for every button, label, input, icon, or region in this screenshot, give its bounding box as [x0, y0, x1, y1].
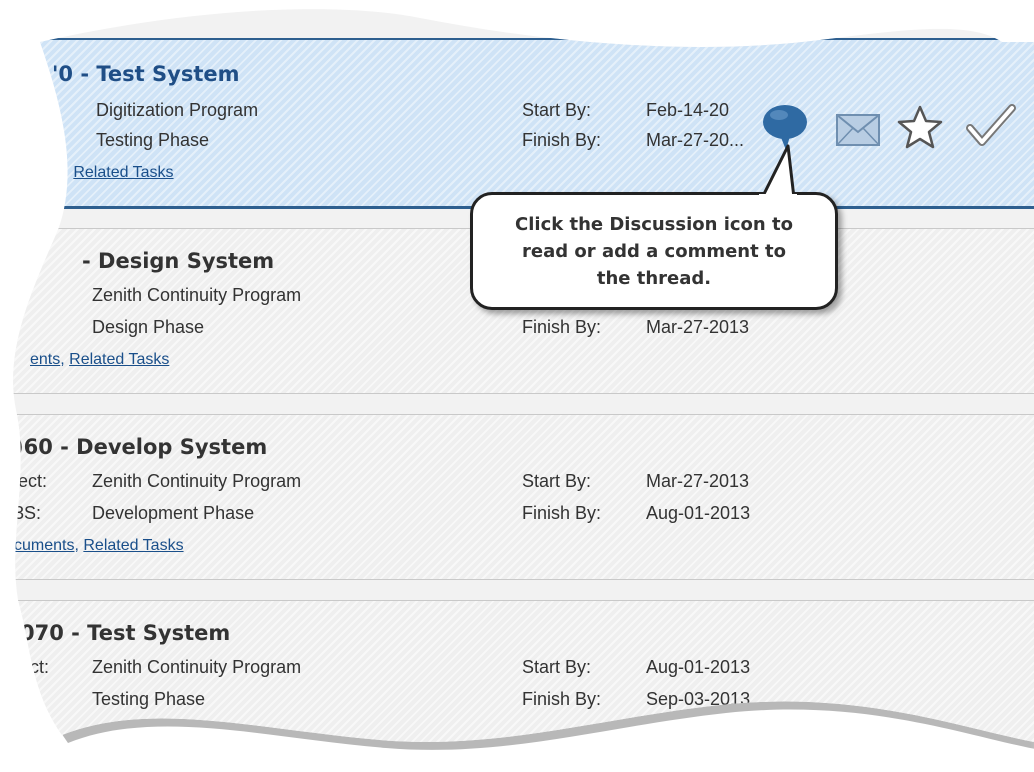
- documents-link[interactable]: cuments: [14, 537, 74, 554]
- start-by-value: Mar-27-2013: [646, 471, 750, 491]
- finish-by-value: Aug-01-2013: [646, 503, 751, 523]
- related-tasks-link[interactable]: Related Tasks: [83, 537, 183, 554]
- task-title[interactable]: )60 - Develop System: [14, 435, 267, 459]
- wbs-label: 3S:: [14, 503, 42, 523]
- task-title[interactable]: '0 - Test System: [52, 62, 239, 86]
- task-row-test-system-selected[interactable]: '0 - Test System Digitization Program Te…: [0, 38, 1034, 209]
- start-by-label: Start By:: [522, 657, 592, 677]
- documents-link[interactable]: ents: [30, 351, 60, 368]
- link-separator: ,: [64, 164, 74, 181]
- complete-check-icon[interactable]: [966, 102, 1016, 150]
- task-list-sheet: '0 - Test System Digitization Program Te…: [0, 0, 1034, 763]
- related-tasks-link[interactable]: Related Tasks: [69, 351, 169, 368]
- task-row-test-system[interactable]: 070 - Test System ect: Zenith Continuity…: [0, 600, 1034, 772]
- project-label: ject:: [14, 471, 48, 491]
- wbs-label: :: [22, 689, 28, 709]
- start-by-value: Feb-14-20: [646, 100, 730, 120]
- discussion-tooltip-callout: Click the Discussion icon to read or add…: [470, 192, 838, 310]
- task-project: Zenith Continuity Program: [92, 471, 302, 491]
- task-project: Zenith Continuity Program: [92, 285, 302, 305]
- start-by-value: Aug-01-2013: [646, 657, 751, 677]
- task-wbs: Testing Phase: [92, 689, 206, 709]
- task-links: ents, Related Tasks: [30, 351, 169, 369]
- project-label: ect:: [20, 657, 50, 677]
- link-separator: ,: [60, 351, 70, 368]
- finish-by-label: Finish By:: [522, 130, 602, 150]
- finish-by-label: Finish By:: [522, 689, 602, 709]
- task-project: Zenith Continuity Program: [92, 657, 302, 677]
- finish-by-value: Mar-27-20...: [646, 130, 745, 150]
- start-by-label: Start By:: [522, 100, 592, 120]
- documents-link[interactable]: ts: [52, 164, 64, 181]
- task-links: cuments, Related Tasks: [14, 537, 184, 555]
- callout-pointer: [754, 140, 824, 200]
- task-wbs: Development Phase: [92, 503, 255, 523]
- task-wbs: Testing Phase: [96, 130, 210, 150]
- task-links: ts, Related Tasks: [52, 164, 174, 182]
- finish-by-label: Finish By:: [522, 503, 602, 523]
- callout-text: Click the Discussion icon to read or add…: [515, 213, 793, 289]
- related-tasks-link[interactable]: Related Tasks: [73, 164, 173, 181]
- favorite-star-icon[interactable]: [896, 104, 944, 150]
- task-wbs: Design Phase: [92, 317, 205, 337]
- start-by-label: Start By:: [522, 471, 592, 491]
- task-row-develop-system[interactable]: )60 - Develop System ject: Zenith Contin…: [0, 414, 1034, 580]
- task-project: Digitization Program: [96, 100, 259, 120]
- finish-by-value: Mar-27-2013: [646, 317, 750, 337]
- finish-by-label: Finish By:: [522, 317, 602, 337]
- email-icon[interactable]: [836, 114, 880, 146]
- task-title[interactable]: 070 - Test System: [20, 621, 230, 645]
- task-title[interactable]: - Design System: [82, 249, 274, 273]
